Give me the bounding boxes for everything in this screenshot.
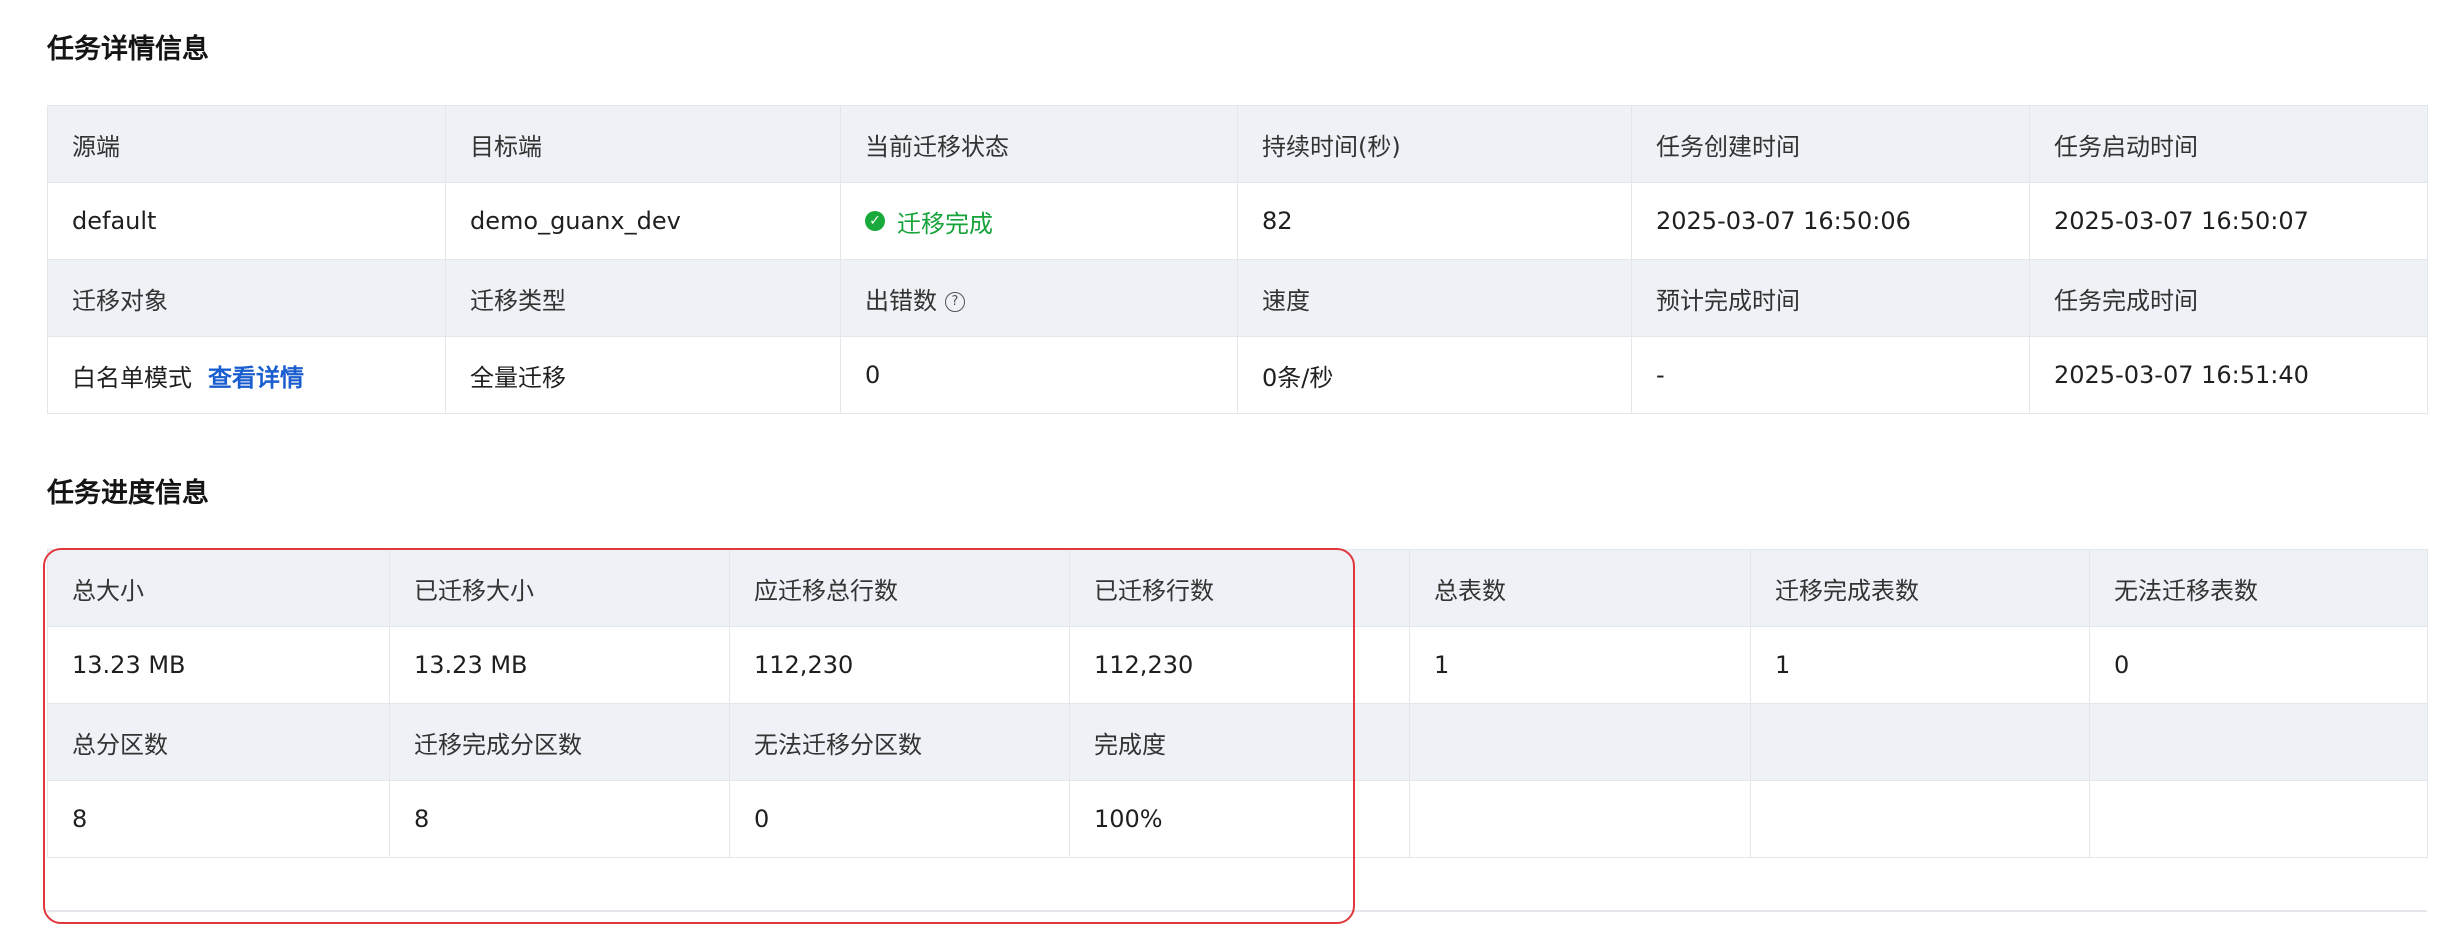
progress-value-row-1: 13.23 MB 13.23 MB 112,230 112,230 1 1 0 xyxy=(47,626,2428,704)
header-total-tables: 总表数 xyxy=(1409,549,1751,627)
value-errors: 0 xyxy=(840,336,1238,414)
header-migrated-size: 已迁移大小 xyxy=(389,549,730,627)
status-badge: ✓ 迁移完成 xyxy=(865,204,993,239)
value-completed-tables: 1 xyxy=(1750,626,2090,704)
header-errors-label: 出错数 xyxy=(865,286,937,315)
value-duration: 82 xyxy=(1237,182,1632,260)
header-total-partitions: 总分区数 xyxy=(47,703,390,781)
value-eta: - xyxy=(1631,336,2030,414)
value-empty-1 xyxy=(1409,780,1751,858)
value-completion: 100% xyxy=(1069,780,1410,858)
value-failed-partitions: 0 xyxy=(729,780,1070,858)
header-speed: 速度 xyxy=(1237,259,1632,337)
header-errors: 出错数? xyxy=(840,259,1238,337)
detail-value-row-2: 白名单模式 查看详情 全量迁移 0 0条/秒 - 2025-03-07 16:51… xyxy=(47,336,2428,414)
value-empty-2 xyxy=(1750,780,2090,858)
object-mode-text: 白名单模式 xyxy=(72,363,192,392)
detail-table: 源端 目标端 当前迁移状态 持续时间(秒) 任务创建时间 任务启动时间 defa… xyxy=(47,105,2428,414)
header-empty-2 xyxy=(1750,703,2090,781)
value-total-partitions: 8 xyxy=(47,780,390,858)
detail-header-row-2: 迁移对象 迁移类型 出错数? 速度 预计完成时间 任务完成时间 xyxy=(47,259,2428,337)
value-speed: 0条/秒 xyxy=(1237,336,1632,414)
value-migrated-size: 13.23 MB xyxy=(389,626,730,704)
value-created: 2025-03-07 16:50:06 xyxy=(1631,182,2030,260)
progress-header-row-2: 总分区数 迁移完成分区数 无法迁移分区数 完成度 xyxy=(47,703,2428,781)
detail-header-row-1: 源端 目标端 当前迁移状态 持续时间(秒) 任务创建时间 任务启动时间 xyxy=(47,105,2428,183)
header-status: 当前迁移状态 xyxy=(840,105,1238,183)
header-empty-1 xyxy=(1409,703,1751,781)
header-finished: 任务完成时间 xyxy=(2029,259,2428,337)
header-completion: 完成度 xyxy=(1069,703,1410,781)
header-source: 源端 xyxy=(47,105,446,183)
progress-table: 总大小 已迁移大小 应迁移总行数 已迁移行数 总表数 迁移完成表数 无法迁移表数… xyxy=(47,549,2428,858)
value-source: default xyxy=(47,182,446,260)
header-total-rows: 应迁移总行数 xyxy=(729,549,1070,627)
header-eta: 预计完成时间 xyxy=(1631,259,2030,337)
progress-section-title: 任务进度信息 xyxy=(47,478,209,509)
value-total-rows: 112,230 xyxy=(729,626,1070,704)
header-target: 目标端 xyxy=(445,105,841,183)
value-total-tables: 1 xyxy=(1409,626,1751,704)
header-completed-tables: 迁移完成表数 xyxy=(1750,549,2090,627)
bottom-divider xyxy=(47,910,2427,912)
detail-value-row-1: default demo_guanx_dev ✓ 迁移完成 82 2025-03… xyxy=(47,182,2428,260)
header-empty-3 xyxy=(2089,703,2428,781)
header-type: 迁移类型 xyxy=(445,259,841,337)
value-status: ✓ 迁移完成 xyxy=(840,182,1238,260)
value-total-size: 13.23 MB xyxy=(47,626,390,704)
value-finished: 2025-03-07 16:51:40 xyxy=(2029,336,2428,414)
header-created: 任务创建时间 xyxy=(1631,105,2030,183)
progress-value-row-2: 8 8 0 100% xyxy=(47,780,2428,858)
check-circle-icon: ✓ xyxy=(865,211,885,232)
header-started: 任务启动时间 xyxy=(2029,105,2428,183)
header-migrated-rows: 已迁移行数 xyxy=(1069,549,1410,627)
value-type: 全量迁移 xyxy=(445,336,841,414)
question-circle-icon[interactable]: ? xyxy=(945,291,965,312)
value-empty-3 xyxy=(2089,780,2428,858)
value-target: demo_guanx_dev xyxy=(445,182,841,260)
value-migrated-rows: 112,230 xyxy=(1069,626,1410,704)
header-duration: 持续时间(秒) xyxy=(1237,105,1632,183)
detail-section-title: 任务详情信息 xyxy=(47,34,209,65)
view-details-link[interactable]: 查看详情 xyxy=(208,364,304,392)
status-text: 迁移完成 xyxy=(897,209,993,238)
value-object: 白名单模式 查看详情 xyxy=(47,336,446,414)
header-object: 迁移对象 xyxy=(47,259,446,337)
value-started: 2025-03-07 16:50:07 xyxy=(2029,182,2428,260)
header-total-size: 总大小 xyxy=(47,549,390,627)
header-failed-tables: 无法迁移表数 xyxy=(2089,549,2428,627)
value-failed-tables: 0 xyxy=(2089,626,2428,704)
header-completed-partitions: 迁移完成分区数 xyxy=(389,703,730,781)
value-completed-partitions: 8 xyxy=(389,780,730,858)
header-failed-partitions: 无法迁移分区数 xyxy=(729,703,1070,781)
progress-header-row-1: 总大小 已迁移大小 应迁移总行数 已迁移行数 总表数 迁移完成表数 无法迁移表数 xyxy=(47,549,2428,627)
